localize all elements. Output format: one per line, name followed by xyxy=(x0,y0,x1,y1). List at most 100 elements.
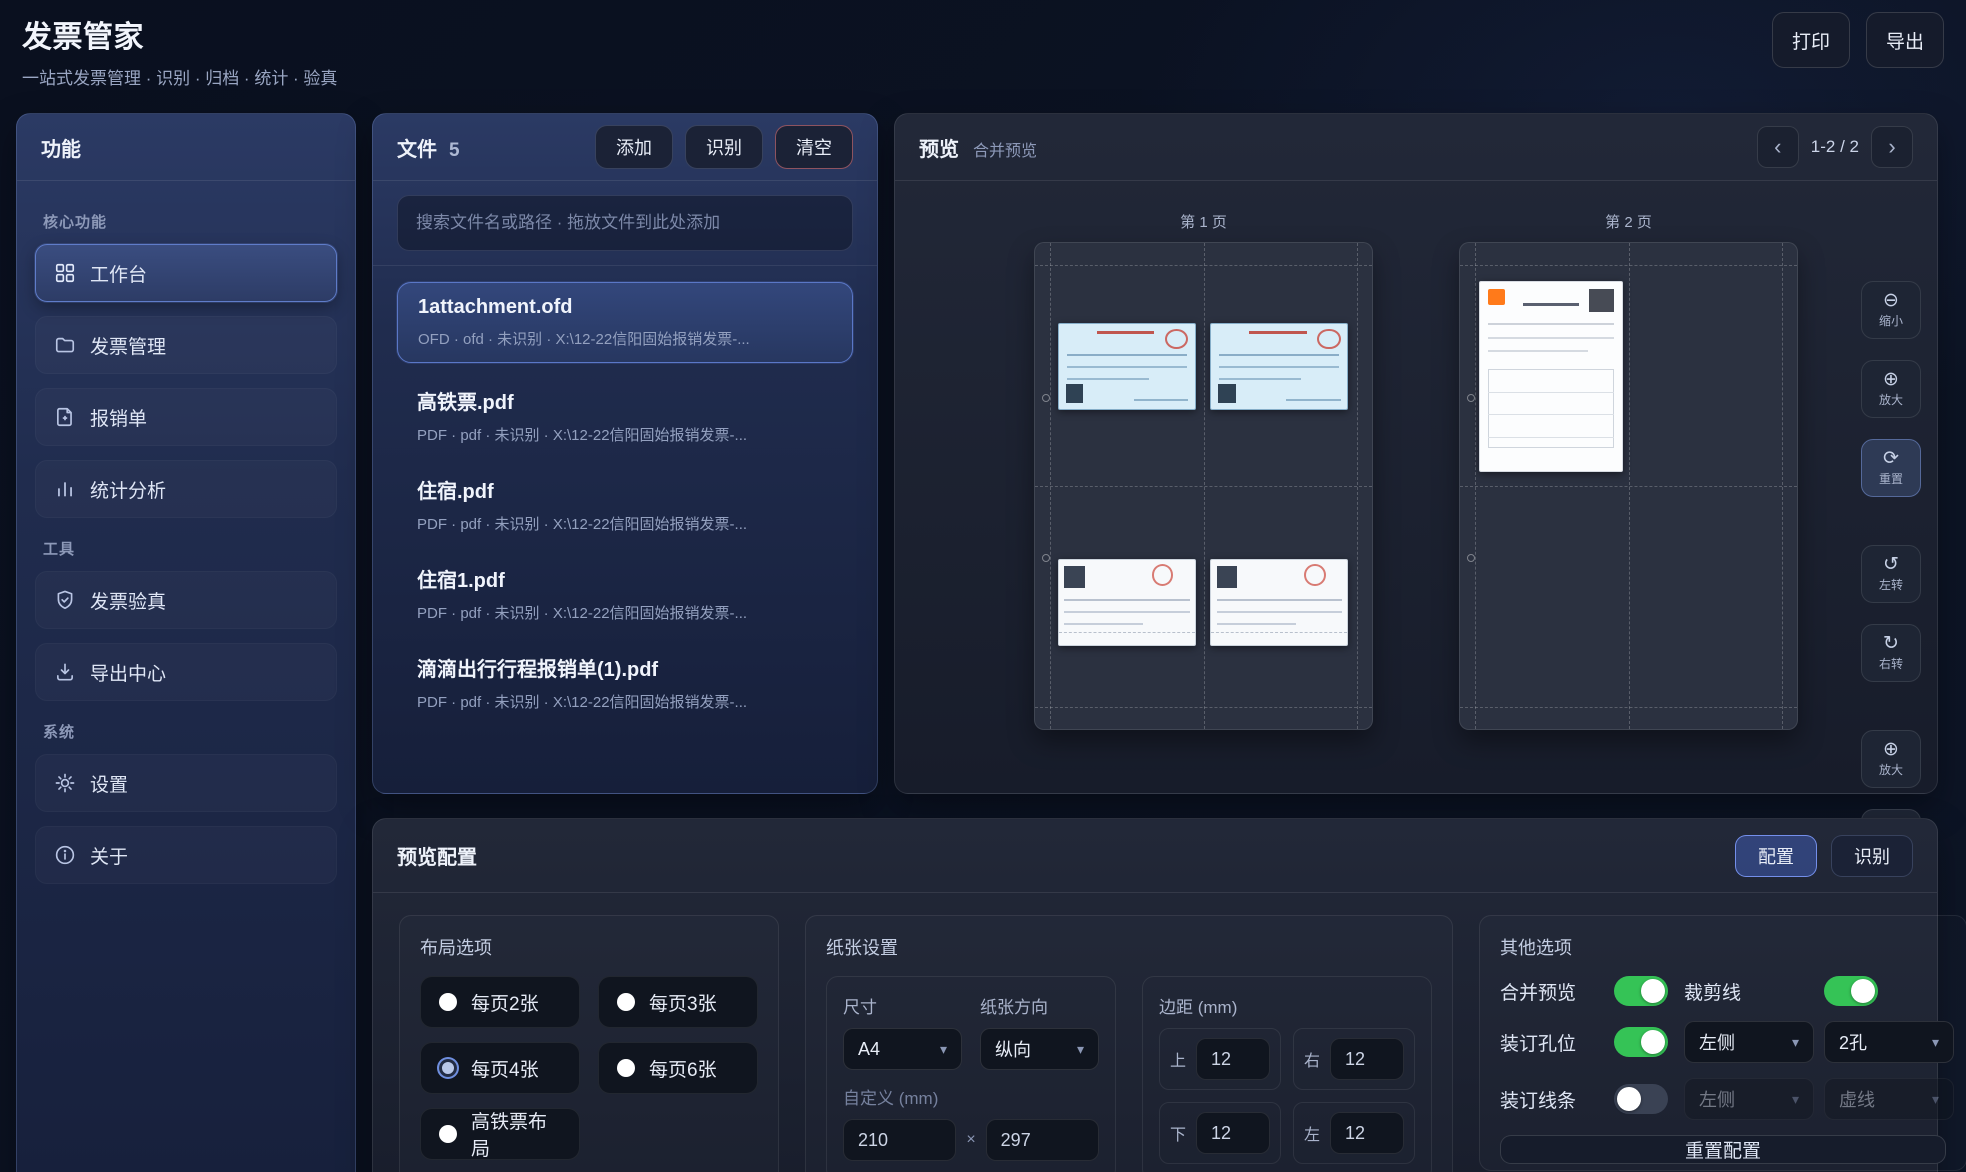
sidebar-header: 功能 xyxy=(17,114,355,181)
binding-holes-toggle[interactable] xyxy=(1614,1027,1668,1057)
sidebar-item-invoice-verify[interactable]: 发票验真 xyxy=(35,571,337,629)
bar-chart-icon xyxy=(54,478,76,500)
orientation-label: 纸张方向 xyxy=(980,993,1099,1018)
merge-crop-row: 合并预览 裁剪线 xyxy=(1500,976,1946,1006)
binding-holes-row: 装订孔位 左侧 ▾ 2孔 ▾ xyxy=(1500,1021,1946,1063)
preview-toolbar: ⊖ 缩小 ⊕ 放大 ⟳ 重置 ↺ 左转 ↻ 右转 xyxy=(1861,281,1921,888)
size-label: 尺寸 xyxy=(843,993,962,1018)
file-meta: OFD · ofd · 未识别 · X:\12-22信阳固始报销发票-... xyxy=(418,328,832,349)
page-preview-2[interactable] xyxy=(1459,242,1798,730)
layout-option-train-ticket[interactable]: 高铁票布局 xyxy=(420,1108,580,1160)
file-search-input[interactable] xyxy=(397,195,853,251)
multiply-icon: × xyxy=(966,1131,975,1149)
recognize-files-button[interactable]: 识别 xyxy=(685,125,763,169)
margin-right-cell: 右 xyxy=(1293,1028,1415,1090)
paper-size-select[interactable]: A4 ▾ xyxy=(843,1028,962,1070)
layout-option-6-per-page[interactable]: 每页6张 xyxy=(598,1042,758,1094)
page-prev-button[interactable]: ‹ xyxy=(1757,126,1799,168)
invoice-thumbnail xyxy=(1058,323,1196,410)
file-panel: 文件 5 添加 识别 清空 1attachment.ofd OFD · ofd … xyxy=(372,113,878,794)
shield-check-icon xyxy=(54,589,76,611)
download-icon xyxy=(54,661,76,683)
radio-icon xyxy=(617,1059,635,1077)
rotate-right-button[interactable]: ↻ 右转 xyxy=(1861,624,1921,682)
margin-left-input[interactable] xyxy=(1330,1112,1404,1154)
binding-holes-label: 装订孔位 xyxy=(1500,1029,1604,1056)
margin-bottom-input[interactable] xyxy=(1196,1112,1270,1154)
sidebar-item-export-center[interactable]: 导出中心 xyxy=(35,643,337,701)
config-body: 布局选项 每页2张 每页3张 每页4张 xyxy=(373,893,1937,1172)
paper-size-group: 尺寸 A4 ▾ 纸张方向 纵向 ▾ xyxy=(826,976,1116,1172)
export-button[interactable]: 导出 xyxy=(1866,12,1944,68)
binding-line-style-select[interactable]: 虚线 ▾ xyxy=(1824,1078,1954,1120)
layout-option-2-per-page[interactable]: 每页2张 xyxy=(420,976,580,1028)
page-label: 第 1 页 xyxy=(1180,211,1227,232)
file-name: 住宿1.pdf xyxy=(417,564,833,593)
layout-option-4-per-page[interactable]: 每页4张 xyxy=(420,1042,580,1094)
merge-preview-toggle[interactable] xyxy=(1614,976,1668,1006)
sidebar-item-label: 导出中心 xyxy=(90,659,166,686)
sidebar-item-label: 工作台 xyxy=(90,260,147,287)
binding-line-label: 装订线条 xyxy=(1500,1086,1604,1113)
layout-option-3-per-page[interactable]: 每页3张 xyxy=(598,976,758,1028)
sidebar-item-label: 设置 xyxy=(90,770,128,797)
file-meta: PDF · pdf · 未识别 · X:\12-22信阳固始报销发票-... xyxy=(417,602,833,623)
crop-line-toggle[interactable] xyxy=(1824,976,1878,1006)
sidebar-item-label: 发票管理 xyxy=(90,332,166,359)
layout-options-card: 布局选项 每页2张 每页3张 每页4张 xyxy=(399,915,779,1172)
sidebar-item-workbench[interactable]: 工作台 xyxy=(35,244,337,302)
ticket-thumbnail xyxy=(1210,559,1348,646)
file-item[interactable]: 住宿1.pdf PDF · pdf · 未识别 · X:\12-22信阳固始报销… xyxy=(397,551,853,636)
page-column: 第 2 页 xyxy=(1459,211,1798,730)
preview-header: 预览 合并预览 ‹ 1-2 / 2 › xyxy=(895,114,1937,181)
sidebar-item-settings[interactable]: 设置 xyxy=(35,754,337,812)
sidebar-title: 功能 xyxy=(41,133,81,162)
clear-files-button[interactable]: 清空 xyxy=(775,125,853,169)
file-item[interactable]: 1attachment.ofd OFD · ofd · 未识别 · X:\12-… xyxy=(397,282,853,363)
recognize-tab-button[interactable]: 识别 xyxy=(1831,835,1913,877)
sidebar: 功能 核心功能 工作台 发票管理 报销单 xyxy=(16,113,356,1172)
chevron-right-icon: › xyxy=(1888,134,1895,160)
margin-top-input[interactable] xyxy=(1196,1038,1270,1080)
other-options-card: 其他选项 合并预览 裁剪线 装订孔位 左侧 ▾ 2孔 ▾ xyxy=(1479,915,1966,1171)
file-item[interactable]: 滴滴出行行程报销单(1).pdf PDF · pdf · 未识别 · X:\12… xyxy=(397,640,853,725)
preview-body: 第 1 页 xyxy=(895,181,1937,793)
sidebar-item-about[interactable]: 关于 xyxy=(35,826,337,884)
config-tab-button[interactable]: 配置 xyxy=(1735,835,1817,877)
cut-line xyxy=(1460,486,1797,487)
zoom-in-button[interactable]: ⊕ 放大 xyxy=(1861,360,1921,418)
binding-holes-side-select[interactable]: 左侧 ▾ xyxy=(1684,1021,1814,1063)
zoom-in-icon: ⊕ xyxy=(1883,740,1899,760)
rotate-left-button[interactable]: ↺ 左转 xyxy=(1861,545,1921,603)
binding-line-toggle[interactable] xyxy=(1614,1084,1668,1114)
invoice-thumbnail xyxy=(1210,323,1348,410)
page-next-button[interactable]: › xyxy=(1871,126,1913,168)
binding-line-side-select[interactable]: 左侧 ▾ xyxy=(1684,1078,1814,1120)
scale-up-button[interactable]: ⊕ 放大 xyxy=(1861,730,1921,788)
custom-height-input[interactable] xyxy=(986,1119,1099,1161)
radio-selected-icon xyxy=(439,1059,457,1077)
add-file-button[interactable]: 添加 xyxy=(595,125,673,169)
file-item[interactable]: 高铁票.pdf PDF · pdf · 未识别 · X:\12-22信阳固始报销… xyxy=(397,373,853,458)
print-button[interactable]: 打印 xyxy=(1772,12,1850,68)
sidebar-item-statistics[interactable]: 统计分析 xyxy=(35,460,337,518)
file-panel-title: 文件 xyxy=(397,133,437,162)
folder-icon xyxy=(54,334,76,356)
sidebar-item-reimbursement[interactable]: 报销单 xyxy=(35,388,337,446)
reset-view-button[interactable]: ⟳ 重置 xyxy=(1861,439,1921,497)
zoom-out-button[interactable]: ⊖ 缩小 xyxy=(1861,281,1921,339)
sidebar-item-invoice-management[interactable]: 发票管理 xyxy=(35,316,337,374)
reset-config-button[interactable]: 重置配置 xyxy=(1500,1135,1946,1164)
app-header: 发票管家 一站式发票管理 · 识别 · 归档 · 统计 · 验真 打印 导出 xyxy=(0,0,1966,96)
caret-down-icon: ▾ xyxy=(1792,1034,1799,1051)
binding-holes-count-select[interactable]: 2孔 ▾ xyxy=(1824,1021,1954,1063)
paper-settings-card: 纸张设置 尺寸 A4 ▾ 纸张方向 xyxy=(805,915,1453,1172)
caret-down-icon: ▾ xyxy=(1932,1091,1939,1108)
rotate-left-icon: ↺ xyxy=(1883,555,1899,575)
page-preview-1[interactable] xyxy=(1034,242,1373,730)
file-meta: PDF · pdf · 未识别 · X:\12-22信阳固始报销发票-... xyxy=(417,691,833,712)
paper-orientation-select[interactable]: 纵向 ▾ xyxy=(980,1028,1099,1070)
custom-width-input[interactable] xyxy=(843,1119,956,1161)
file-item[interactable]: 住宿.pdf PDF · pdf · 未识别 · X:\12-22信阳固始报销发… xyxy=(397,462,853,547)
margin-right-input[interactable] xyxy=(1330,1038,1404,1080)
